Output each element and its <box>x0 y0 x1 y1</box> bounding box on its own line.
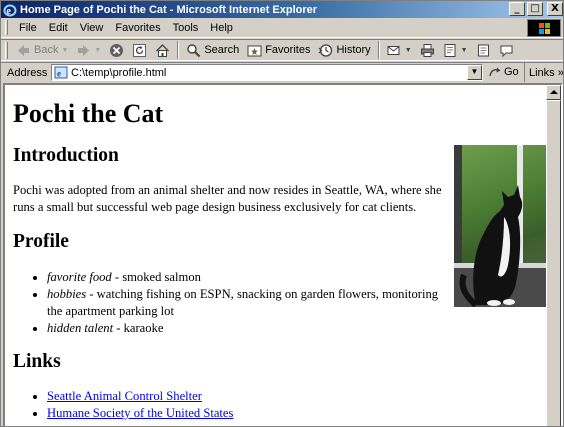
standard-toolbar: Back ▼ ▼ Search Favorites History ▼ ▼ <box>1 39 563 61</box>
profile-list: favorite food - smoked salmon hobbies - … <box>13 269 451 337</box>
search-button[interactable]: Search <box>182 43 243 58</box>
windows-logo-icon <box>527 19 561 37</box>
toolbar-grip[interactable] <box>5 41 8 59</box>
stop-button[interactable] <box>105 43 128 58</box>
history-button[interactable]: History <box>314 43 374 58</box>
back-button[interactable]: Back ▼ <box>12 43 72 58</box>
vertical-scrollbar[interactable] <box>546 85 561 426</box>
printer-icon <box>420 43 435 58</box>
chevron-down-icon: ▼ <box>61 46 69 54</box>
refresh-button[interactable] <box>128 43 151 58</box>
home-button[interactable] <box>151 43 174 58</box>
close-button[interactable]: X <box>547 2 563 16</box>
menu-view[interactable]: View <box>74 22 110 34</box>
toolbar-separator <box>377 41 380 59</box>
window-title: Home Page of Pochi the Cat - Microsoft I… <box>20 3 318 16</box>
title-bar[interactable]: e Home Page of Pochi the Cat - Microsoft… <box>1 1 563 18</box>
favorites-label: Favorites <box>265 44 311 56</box>
menu-edit[interactable]: Edit <box>43 22 74 34</box>
link-humane-society[interactable]: Humane Society of the United States <box>47 406 233 420</box>
back-label: Back <box>34 44 59 56</box>
page-viewport[interactable]: Pochi the Cat Introduction Pochi was ado… <box>3 83 563 426</box>
messenger-icon <box>499 43 514 58</box>
scroll-up-button[interactable] <box>546 85 561 100</box>
refresh-icon <box>132 43 147 58</box>
minimize-button[interactable]: _ <box>509 2 525 16</box>
search-icon <box>186 43 201 58</box>
chevron-down-icon: ▼ <box>94 46 102 54</box>
discuss-icon <box>476 43 491 58</box>
print-button[interactable] <box>416 43 439 58</box>
address-value: C:\temp\profile.html <box>71 66 167 79</box>
forward-arrow-icon <box>76 43 91 58</box>
menu-grip[interactable] <box>5 20 8 35</box>
mail-button[interactable]: ▼ <box>383 43 416 58</box>
forward-button[interactable]: ▼ <box>72 43 105 58</box>
mail-icon <box>387 43 402 58</box>
back-arrow-icon <box>16 43 31 58</box>
chevron-down-icon: ▼ <box>404 46 412 54</box>
ie-logo-icon: e <box>3 3 17 17</box>
favorites-button[interactable]: Favorites <box>243 43 314 58</box>
menu-tools[interactable]: Tools <box>167 22 205 34</box>
list-item: hidden talent - karaoke <box>47 320 451 337</box>
list-item: hobbies - watching fishing on ESPN, snac… <box>47 286 451 320</box>
menu-help[interactable]: Help <box>204 22 239 34</box>
list-item: favorite food - smoked salmon <box>47 269 451 286</box>
edit-button[interactable]: ▼ <box>439 43 472 58</box>
discuss-button[interactable] <box>472 43 495 58</box>
chevron-down-icon: ▼ <box>460 46 468 54</box>
links-list: Seattle Animal Control Shelter Humane So… <box>13 388 451 422</box>
menu-file[interactable]: File <box>13 22 43 34</box>
profile-heading: Profile <box>13 231 69 252</box>
scroll-thumb[interactable] <box>546 100 561 426</box>
go-button[interactable]: Go <box>488 65 519 79</box>
favorites-folder-icon <box>247 43 262 58</box>
page-title: Pochi the Cat <box>13 99 164 128</box>
links-heading: Links <box>13 351 61 372</box>
address-bar: Address e C:\temp\profile.html ▼ Go Link… <box>1 62 563 82</box>
menu-bar: File Edit View Favorites Tools Help <box>1 18 563 38</box>
list-item: Humane Society of the United States <box>47 405 451 422</box>
svg-text:e: e <box>57 69 61 79</box>
intro-paragraph: Pochi was adopted from an animal shelter… <box>13 183 442 214</box>
address-input[interactable]: e C:\temp\profile.html ▼ <box>51 64 483 81</box>
link-seattle-shelter[interactable]: Seattle Animal Control Shelter <box>47 389 202 403</box>
home-icon <box>155 43 170 58</box>
page-icon: e <box>54 66 68 79</box>
messenger-button[interactable] <box>495 43 518 58</box>
edit-page-icon <box>443 43 458 58</box>
toolbar-separator <box>177 41 180 59</box>
list-item: Seattle Animal Control Shelter <box>47 388 451 405</box>
intro-heading: Introduction <box>13 145 119 166</box>
browser-window: e Home Page of Pochi the Cat - Microsoft… <box>0 0 564 427</box>
history-icon <box>318 43 333 58</box>
go-label: Go <box>504 66 519 78</box>
maximize-button[interactable]: □ <box>527 2 543 16</box>
go-arrow-icon <box>488 65 502 79</box>
address-label: Address <box>7 66 48 79</box>
svg-text:e: e <box>7 6 12 17</box>
cat-photo <box>454 145 549 307</box>
history-label: History <box>336 44 371 56</box>
search-label: Search <box>204 44 240 56</box>
menu-favorites[interactable]: Favorites <box>109 22 166 34</box>
links-toolbar[interactable]: Links » <box>524 63 563 82</box>
address-dropdown-button[interactable]: ▼ <box>467 65 482 80</box>
stop-icon <box>109 43 124 58</box>
